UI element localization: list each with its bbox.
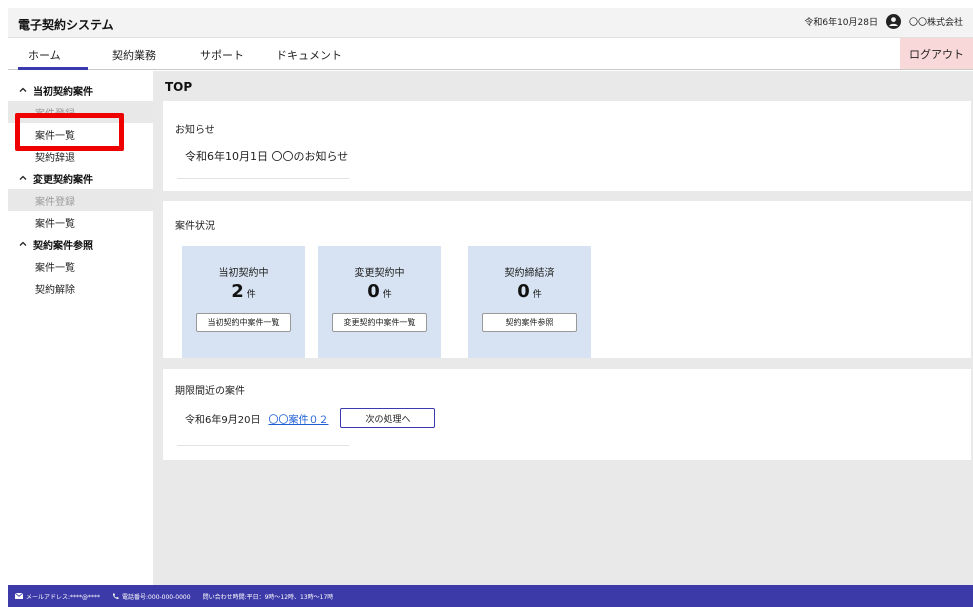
main-menu: ホーム 契約業務 サポート ドキュメント ログアウト xyxy=(8,38,973,70)
stat-box-initial: 当初契約中 2件 当初契約中案件一覧 xyxy=(182,246,305,358)
next-process-button[interactable]: 次の処理へ xyxy=(340,408,436,428)
stat-count: 0件 xyxy=(517,281,542,302)
highlight-annotation xyxy=(15,113,124,151)
active-tab-indicator xyxy=(18,67,88,70)
user-icon[interactable] xyxy=(885,14,901,29)
deadline-title: 期限間近の案件 xyxy=(175,386,245,397)
initial-contract-list-button[interactable]: 当初契約中案件一覧 xyxy=(196,313,291,332)
sidebar-item-contract-cancel[interactable]: 契約解除 xyxy=(8,277,153,299)
main-content: TOP お知らせ 令和6年10月1日 〇〇のお知らせ 案件状況 当初契約中 2件… xyxy=(153,71,973,585)
mail-icon xyxy=(15,593,23,599)
app-header: 電子契約システム 令和6年10月28日 〇〇株式会社 xyxy=(8,8,973,38)
news-title: お知らせ xyxy=(175,125,215,136)
contract-reference-button[interactable]: 契約案件参照 xyxy=(482,313,577,332)
page-title: TOP xyxy=(165,80,193,94)
status-title: 案件状況 xyxy=(175,221,215,232)
current-date: 令和6年10月28日 xyxy=(804,18,878,28)
footer-hours: 問い合わせ時間:平日：9時〜12時、13時〜17時 xyxy=(202,593,334,601)
news-item: 令和6年10月1日 〇〇のお知らせ xyxy=(185,150,349,163)
stat-box-change: 変更契約中 0件 変更契約中案件一覧 xyxy=(318,246,441,358)
sidebar-section-initial-contract[interactable]: 当初契約案件 xyxy=(8,79,153,101)
stat-label: 変更契約中 xyxy=(354,268,405,279)
stat-label: 当初契約中 xyxy=(218,268,269,279)
stat-count: 0件 xyxy=(367,281,392,302)
logout-button[interactable]: ログアウト xyxy=(900,38,973,69)
sidebar-section-contract-reference[interactable]: 契約案件参照 xyxy=(8,233,153,255)
chevron-up-icon xyxy=(18,173,28,183)
menu-home[interactable]: ホーム xyxy=(28,47,88,63)
news-card: お知らせ 令和6年10月1日 〇〇のお知らせ xyxy=(163,101,971,191)
menu-support[interactable]: サポート xyxy=(200,47,244,63)
case-link[interactable]: 〇〇案件０２ xyxy=(268,411,328,426)
deadline-row: 令和6年9月20日 〇〇案件０２ 次の処理へ xyxy=(185,408,436,428)
stat-box-concluded: 契約締結済 0件 契約案件参照 xyxy=(468,246,591,358)
stat-count: 2件 xyxy=(231,281,256,302)
change-contract-list-button[interactable]: 変更契約中案件一覧 xyxy=(332,313,427,332)
company-name: 〇〇株式会社 xyxy=(908,18,963,28)
deadline-card: 期限間近の案件 令和6年9月20日 〇〇案件０２ 次の処理へ xyxy=(163,369,971,460)
app-title: 電子契約システム xyxy=(18,18,114,32)
menu-documents[interactable]: ドキュメント xyxy=(276,47,342,63)
deadline-date: 令和6年9月20日 xyxy=(185,414,261,426)
sidebar-item-reference-list[interactable]: 案件一覧 xyxy=(8,255,153,277)
sidebar-section-change-contract[interactable]: 変更契約案件 xyxy=(8,167,153,189)
phone-icon xyxy=(113,593,119,599)
menu-contract-work[interactable]: 契約業務 xyxy=(112,47,156,63)
chevron-up-icon xyxy=(18,85,28,95)
chevron-up-icon xyxy=(18,239,28,249)
divider xyxy=(177,445,349,446)
footer: メールアドレス:****@**** 電話番号:000-000-0000 問い合わ… xyxy=(8,585,973,607)
footer-phone: 電話番号:000-000-0000 xyxy=(112,592,191,601)
footer-email: メールアドレス:****@**** xyxy=(15,592,100,601)
sidebar-item-change-list[interactable]: 案件一覧 xyxy=(8,211,153,233)
status-card: 案件状況 当初契約中 2件 当初契約中案件一覧 変更契約中 0件 変更契約中案件… xyxy=(163,201,971,358)
header-info: 令和6年10月28日 〇〇株式会社 xyxy=(804,14,963,29)
sidebar-item-change-register: 案件登録 xyxy=(8,189,153,211)
divider xyxy=(177,178,349,179)
stat-label: 契約締結済 xyxy=(504,268,555,279)
